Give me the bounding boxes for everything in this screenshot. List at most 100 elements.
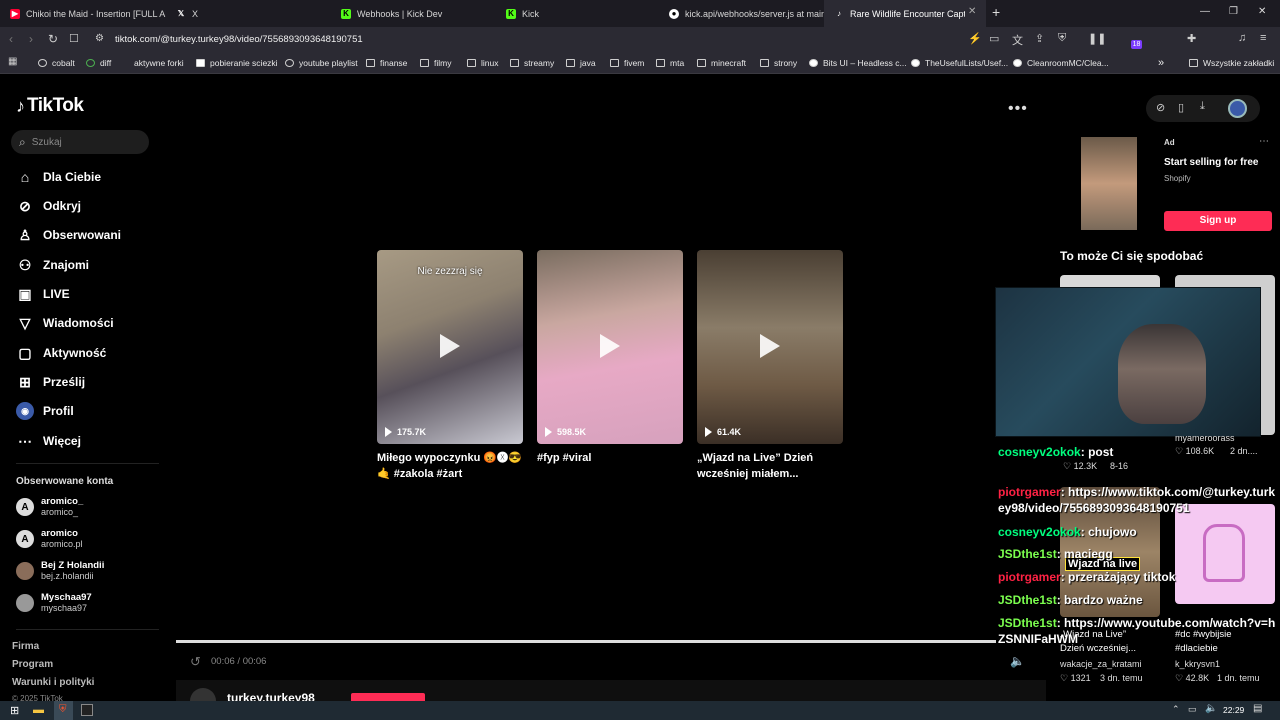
video-thumbnail[interactable]: 598.5K xyxy=(537,250,683,444)
translate-icon[interactable]: ⚡ xyxy=(968,32,982,45)
bookmark-bits-ui[interactable]: Bits UI – Headless c... xyxy=(809,52,907,74)
shield-icon[interactable]: ⛨ xyxy=(1058,32,1066,45)
all-bookmarks[interactable]: Wszystkie zakładki xyxy=(1189,52,1274,74)
tab-webhooks[interactable]: K Webhooks | Kick Dev xyxy=(331,0,496,27)
video-progress-bar[interactable] xyxy=(176,640,996,643)
device-icon[interactable]: ▯ xyxy=(1178,101,1184,114)
tab-youtube[interactable]: ▶ Chikoi the Maid - Insertion [FULL AL xyxy=(0,0,166,27)
video-thumbnail[interactable]: Nie zezzraj się 175.7K xyxy=(377,250,523,444)
bookmark-youtube-playlist[interactable]: youtube playlist xyxy=(285,52,358,74)
author-name[interactable]: wakacje_za_kratami xyxy=(1060,659,1142,669)
bookmark-pobieranie[interactable]: pobieranie sciezki xyxy=(196,52,278,74)
ad-signup-button[interactable]: Sign up xyxy=(1164,211,1272,231)
video-caption[interactable]: Miłego wypoczynku 😡🅧😎 🤙 #zakola #żart xyxy=(377,450,527,482)
notifications-icon[interactable]: ▤ xyxy=(1253,703,1262,714)
video-thumbnail[interactable]: 61.4K xyxy=(697,250,843,444)
tab-github[interactable]: ● kick.api/webhooks/server.js at main xyxy=(659,0,824,27)
folder-icon xyxy=(697,59,706,67)
followed-account[interactable]: Myschaa97 myschaa97 xyxy=(16,592,92,614)
menu-icon[interactable]: ≡ xyxy=(1260,32,1266,44)
nav-explore[interactable]: ⊘ Odkryj xyxy=(16,197,81,215)
likes-count: ♡ 1321 xyxy=(1060,673,1091,683)
ad-image[interactable] xyxy=(1081,137,1137,230)
video-caption[interactable]: „Wjazd na Live” Dzień wcześniej miałem..… xyxy=(697,450,847,482)
extensions-icon[interactable]: ✚ xyxy=(1187,32,1196,45)
more-options-icon[interactable]: ••• xyxy=(1008,100,1028,118)
file-explorer-icon[interactable]: ▬ xyxy=(33,704,44,716)
search-box[interactable]: ⌕ Szukaj xyxy=(11,130,149,154)
bookmark-diff[interactable]: diff xyxy=(86,52,111,74)
nav-following[interactable]: ♙ Obserwowani xyxy=(16,226,121,244)
close-tab-icon[interactable]: ✕ xyxy=(968,6,976,17)
bookmark-finanse[interactable]: finanse xyxy=(366,52,407,74)
language-icon[interactable]: 文 xyxy=(1012,32,1023,48)
bookmark-cobalt[interactable]: cobalt xyxy=(38,52,75,74)
share-icon[interactable]: ⇪ xyxy=(1035,32,1044,45)
more-bookmarks-icon[interactable]: » xyxy=(1158,52,1164,74)
tab-kick[interactable]: K Kick xyxy=(496,0,661,27)
bookmark-linux[interactable]: linux xyxy=(467,52,498,74)
nav-more[interactable]: ⋯ Więcej xyxy=(16,432,81,450)
followed-account[interactable]: Aaromico_ aromico_ xyxy=(16,496,83,518)
tray-chevron-icon[interactable]: ⌃ xyxy=(1172,704,1180,715)
volume-icon[interactable]: 🔈 xyxy=(1010,654,1025,668)
network-icon[interactable]: ▭ xyxy=(1188,704,1197,715)
nav-profile[interactable]: ◉ Profil xyxy=(16,402,74,420)
bookmark-cleanroom[interactable]: CleanroomMC/Clea... xyxy=(1013,52,1109,74)
bookmark-minecraft[interactable]: minecraft xyxy=(697,52,746,74)
site-info-icon[interactable]: ⚙ xyxy=(95,33,104,44)
nav-for-you[interactable]: ⌂ Dla Ciebie xyxy=(16,168,101,186)
start-icon[interactable]: ⊞ xyxy=(10,704,19,717)
pause-icon[interactable]: ❚❚ xyxy=(1088,32,1106,45)
folder-icon xyxy=(760,59,769,67)
bookmark-icon[interactable]: ☐ xyxy=(69,32,79,45)
tab-tiktok-active[interactable]: ♪Rare Wildlife Encounter Captured xyxy=(824,0,986,27)
nav-upload[interactable]: ⊞ Prześlij xyxy=(16,373,85,391)
bookmark-streamy[interactable]: streamy xyxy=(510,52,554,74)
nav-live[interactable]: ▣ LIVE xyxy=(16,285,69,303)
volume-tray-icon[interactable]: 🔈 xyxy=(1205,703,1217,714)
footer-link[interactable]: Program xyxy=(12,659,53,670)
followed-account[interactable]: Bej Z Holandii bej.z.holandii xyxy=(16,560,104,582)
nav-friends[interactable]: ⚇ Znajomi xyxy=(16,256,89,274)
tab-x[interactable]: 𝕏X xyxy=(166,0,331,27)
bookmark-fivem[interactable]: fivem xyxy=(610,52,644,74)
replay-icon[interactable]: ↺ xyxy=(190,654,201,670)
bookmark-java[interactable]: java xyxy=(566,52,596,74)
bookmark-usefullists[interactable]: TheUsefulLists/Usef... xyxy=(911,52,1008,74)
footer-link[interactable]: Warunki i polityki xyxy=(12,677,94,688)
user-avatar[interactable] xyxy=(1228,99,1247,118)
browser-taskbar-button[interactable]: ⛨ xyxy=(54,701,73,720)
terminal-icon[interactable] xyxy=(81,704,93,716)
nav-activity[interactable]: ▢ Aktywność xyxy=(16,344,106,362)
bookmark-strony[interactable]: strony xyxy=(760,52,797,74)
extension-badge[interactable]: 18 xyxy=(1131,40,1142,49)
close-window-icon[interactable]: ✕ xyxy=(1258,6,1266,17)
search-input[interactable]: Szukaj xyxy=(32,137,62,148)
new-tab-icon[interactable]: + xyxy=(992,4,1000,20)
ad-menu-icon[interactable]: ⋯ xyxy=(1259,136,1269,147)
ad-title[interactable]: Start selling for free xyxy=(1164,157,1258,168)
author-name[interactable]: k_kkrysvn1 xyxy=(1175,659,1220,669)
bookmark-filmy[interactable]: filmy xyxy=(420,52,451,74)
bookmark-aktywne-forki[interactable]: aktywne forki xyxy=(125,52,184,74)
nav-messages[interactable]: ▽ Wiadomości xyxy=(16,314,114,332)
cast-icon[interactable]: ▭ xyxy=(989,32,999,45)
video-caption[interactable]: #fyp #viral xyxy=(537,450,687,466)
maximize-icon[interactable]: ❐ xyxy=(1229,6,1238,17)
download-icon[interactable]: ⤓ xyxy=(1200,100,1205,113)
back-icon[interactable]: ‹ xyxy=(9,32,13,46)
url-field[interactable]: tiktok.com/@turkey.turkey98/video/755689… xyxy=(115,34,363,45)
followed-account[interactable]: Aaromico aromico.pl xyxy=(16,528,83,550)
minimize-icon[interactable]: — xyxy=(1200,6,1210,17)
apps-grid-icon[interactable]: ▦ xyxy=(8,56,17,67)
bookmark-mta[interactable]: mta xyxy=(656,52,684,74)
forward-icon[interactable]: › xyxy=(29,32,33,46)
coin-icon[interactable]: ⊘ xyxy=(1156,101,1165,114)
tiktok-logo[interactable]: ♪ TikTok xyxy=(16,95,84,117)
reload-icon[interactable]: ↻ xyxy=(48,32,58,46)
footer-link[interactable]: Firma xyxy=(12,641,39,652)
cobalt-icon xyxy=(38,59,47,67)
music-icon[interactable]: ♫ xyxy=(1238,32,1246,44)
clock[interactable]: 22:29 xyxy=(1223,705,1244,715)
